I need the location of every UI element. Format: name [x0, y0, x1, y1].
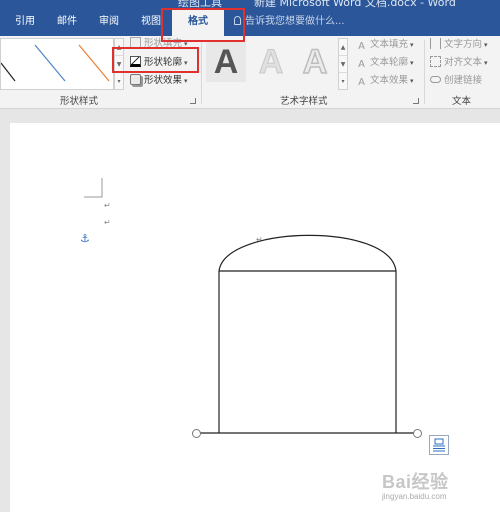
layout-options-icon — [433, 438, 445, 452]
text-direction-button[interactable]: 文字方向 ▾ — [430, 37, 488, 53]
tab-references[interactable]: 引用 — [8, 10, 42, 36]
wordart-down-icon[interactable]: ▼ — [339, 56, 347, 73]
tell-me-box[interactable]: 告诉我您想要做什么... — [234, 10, 345, 36]
wordart-more-icon[interactable]: ▾ — [339, 73, 347, 90]
align-text-icon — [430, 56, 441, 67]
document-title: 新建 Microsoft Word 文档.docx - Word — [254, 0, 456, 9]
tab-review[interactable]: 审阅 — [92, 10, 126, 36]
text-outline-button[interactable]: A 文本轮廓 ▾ — [356, 55, 413, 71]
text-effects-icon: A — [358, 77, 365, 88]
tell-me-text: 告诉我您想要做什么... — [245, 16, 345, 27]
baidu-watermark: Bai经验 jingyan.baidu.com — [382, 468, 449, 501]
line-end-handle[interactable] — [413, 429, 422, 438]
text-group-label: 文本 — [452, 96, 472, 107]
text-effects-button[interactable]: A 文本效果 ▾ — [356, 73, 413, 89]
layout-options-button[interactable] — [429, 435, 449, 455]
watermark-url: jingyan.baidu.com — [382, 492, 447, 501]
group-separator — [424, 40, 425, 104]
wordart-styles-group-label: 艺术字样式 — [280, 96, 328, 107]
wordart-styles-launcher-icon[interactable] — [413, 98, 419, 104]
align-text-button[interactable]: 对齐文本 ▾ — [430, 55, 488, 71]
shape-effects-icon — [130, 74, 141, 85]
gallery-more-icon[interactable]: ▾ — [115, 73, 123, 90]
format-tab-highlight — [161, 8, 245, 42]
group-separator — [201, 40, 202, 104]
create-link-button[interactable]: 创建链接 — [430, 73, 482, 89]
wordart-sample-3[interactable]: A — [295, 42, 335, 82]
paragraph-mark: ↵ — [256, 235, 263, 244]
shape-styles-launcher-icon[interactable] — [190, 98, 196, 104]
anchor-icon: ⚓ — [80, 232, 90, 245]
shape-outline-highlight — [112, 47, 199, 73]
wordart-sample-2[interactable]: A — [251, 42, 291, 82]
shape-style-gallery[interactable] — [0, 38, 114, 90]
document-page[interactable] — [10, 123, 500, 512]
title-bar: 绘图工具 新建 Microsoft Word 文档.docx - Word — [0, 0, 500, 10]
text-outline-icon: A — [358, 59, 365, 70]
paragraph-mark: ↵ — [104, 218, 111, 227]
shape-styles-group-label: 形状样式 — [60, 96, 99, 107]
tab-mailings[interactable]: 邮件 — [50, 10, 84, 36]
watermark-brand: Bai经验 — [382, 472, 449, 492]
shape-effects-button[interactable]: 形状效果 ▾ — [130, 73, 188, 89]
text-fill-button[interactable]: A 文本填充 ▾ — [356, 37, 413, 53]
paragraph-mark: ↵ — [104, 201, 111, 210]
line-start-handle[interactable] — [192, 429, 201, 438]
line-style-samples — [1, 44, 110, 82]
text-direction-icon — [430, 38, 441, 49]
text-fill-icon: A — [358, 41, 365, 52]
ribbon-tab-bar: 引用 邮件 审阅 视图 格式 告诉我您想要做什么... — [0, 10, 500, 36]
ribbon: ▲ ▼ ▾ 形状填充 ▾ 形状轮廓 ▾ 形状效果 ▾ 形状样式 A A A ▲ ▼ ▾… — [0, 36, 500, 109]
link-icon — [430, 76, 441, 83]
wordart-up-icon[interactable]: ▲ — [339, 39, 347, 56]
wordart-sample-1[interactable]: A — [206, 42, 246, 82]
wordart-gallery-scroll[interactable]: ▲ ▼ ▾ — [338, 38, 348, 90]
